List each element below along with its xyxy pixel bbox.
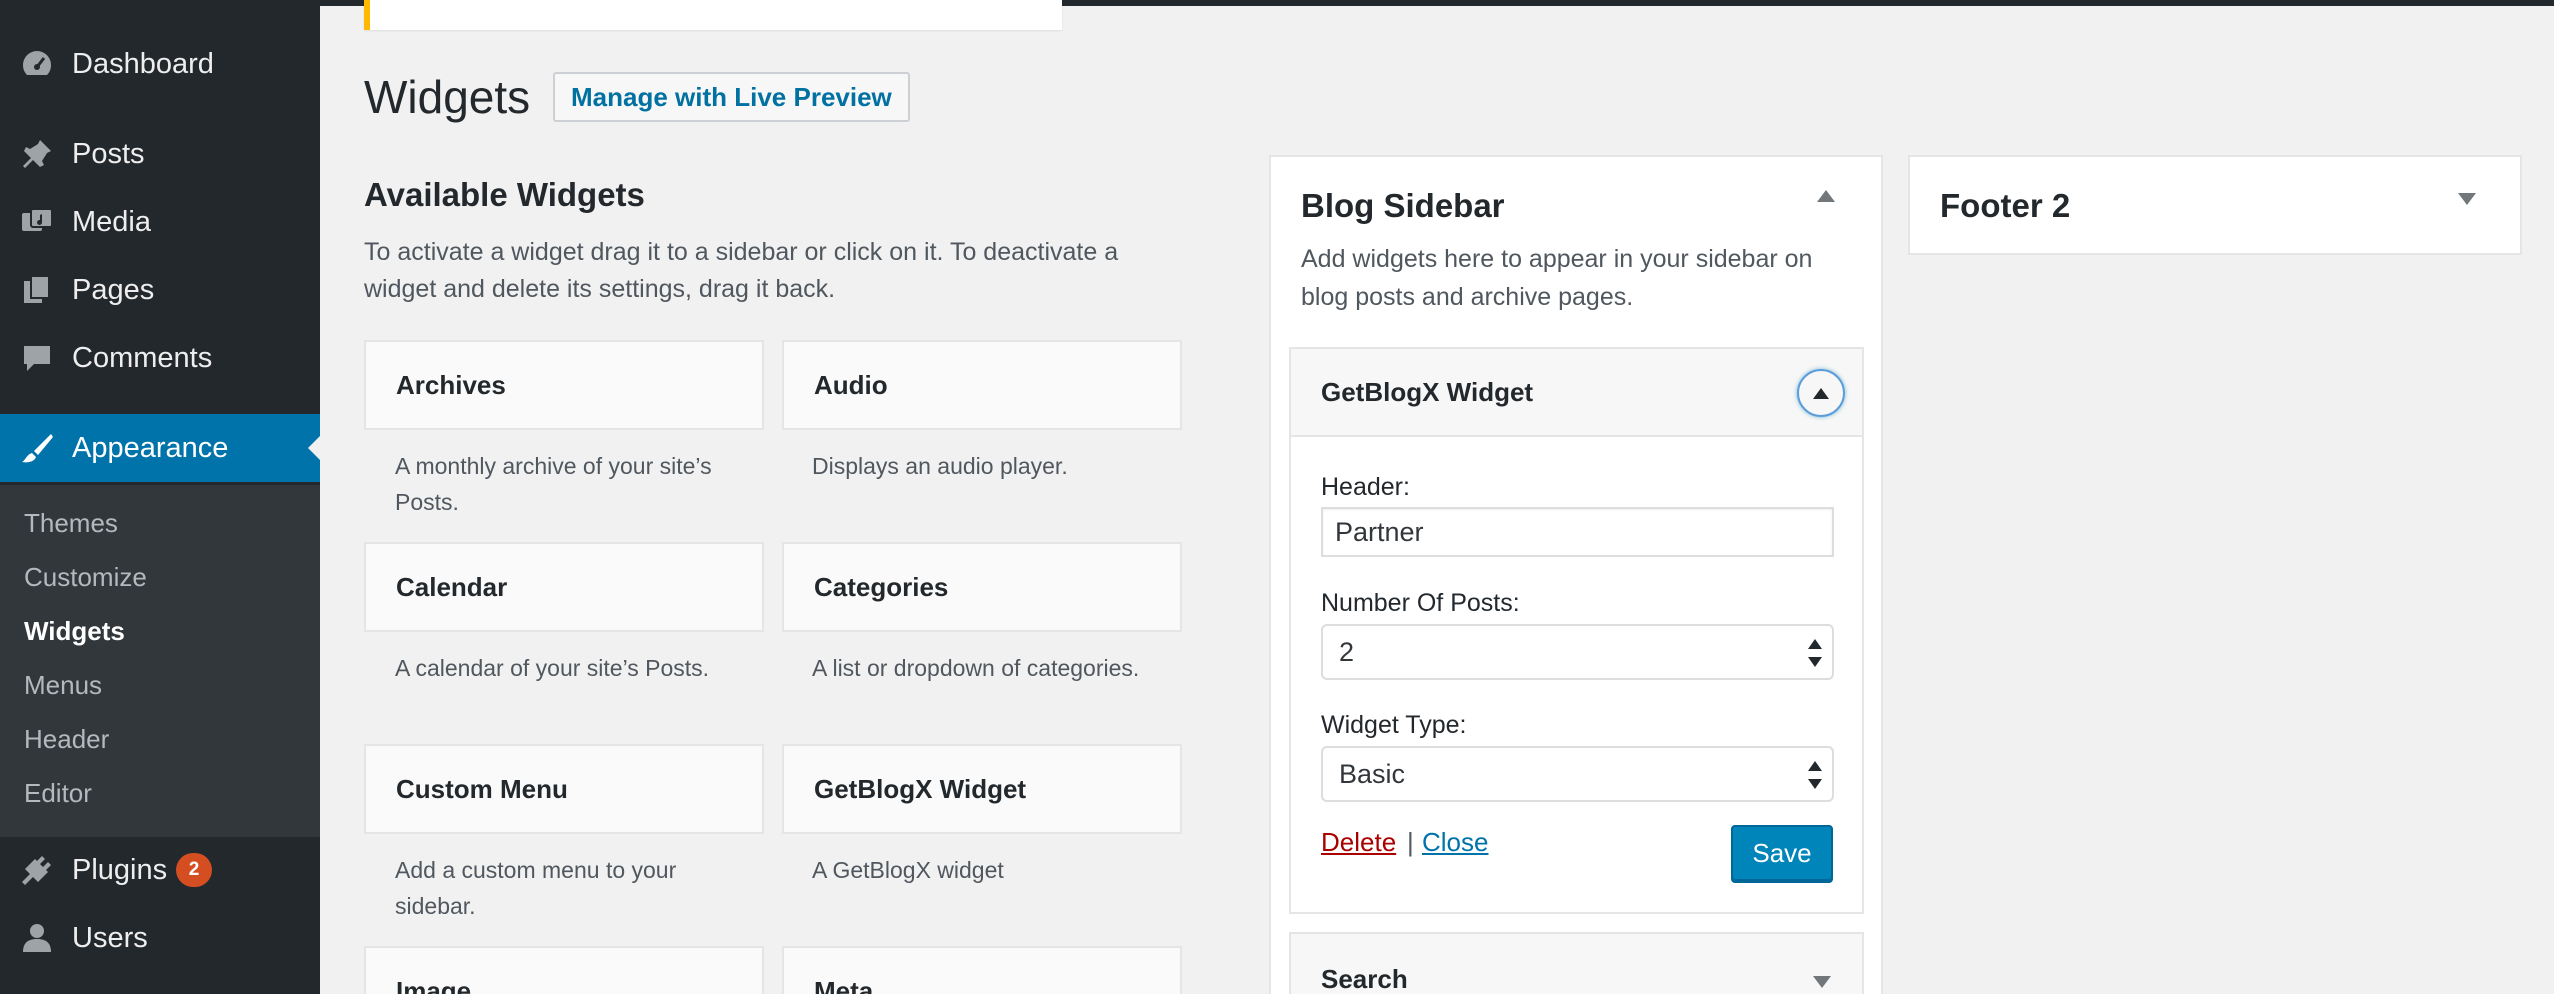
submenu-menus[interactable]: Menus	[24, 670, 102, 701]
header-field-label: Header:	[1321, 473, 1410, 501]
header-input[interactable]	[1321, 507, 1834, 557]
save-button[interactable]: Save	[1731, 825, 1833, 881]
menu-item-pages[interactable]: Pages	[0, 259, 320, 321]
widget-archives-desc: A monthly archive of your site’s Posts.	[395, 453, 712, 515]
widget-custom-menu[interactable]: Custom Menu	[364, 744, 764, 834]
media-icon	[18, 203, 56, 241]
menu-label-comments: Comments	[72, 341, 213, 374]
widget-getblogx[interactable]: GetBlogX Widget	[782, 744, 1182, 834]
admin-sidebar: Dashboard Posts Media Pages Comments App…	[0, 0, 320, 994]
widget-audio[interactable]: Audio	[782, 340, 1182, 430]
menu-label-dashboard: Dashboard	[72, 47, 214, 80]
widget-calendar-desc: A calendar of your site’s Posts.	[395, 655, 710, 681]
menu-label-users: Users	[72, 921, 148, 954]
submenu-widgets[interactable]: Widgets	[24, 616, 125, 647]
menu-label-posts: Posts	[72, 137, 145, 170]
comment-bubble-icon	[18, 339, 56, 377]
widget-image[interactable]: Image	[364, 946, 764, 994]
widget-archives[interactable]: Archives	[364, 340, 764, 430]
blog-sidebar-title: Blog Sidebar	[1301, 187, 1505, 224]
widget-audio-desc: Displays an audio player.	[812, 453, 1068, 479]
menu-label-appearance: Appearance	[72, 431, 229, 464]
getblogx-widget-title: GetBlogX Widget	[1321, 377, 1534, 407]
caret-up-icon	[1813, 387, 1829, 399]
menu-label-media: Media	[72, 205, 151, 238]
footer-2-title: Footer 2	[1940, 187, 2071, 224]
expand-footer-icon[interactable]	[2458, 193, 2476, 205]
widget-toggle-button[interactable]	[1797, 369, 1845, 417]
number-of-posts-select[interactable]: 2	[1321, 624, 1834, 680]
admin-notice	[364, 0, 1062, 30]
submenu-header[interactable]: Header	[24, 724, 109, 755]
widget-meta[interactable]: Meta	[782, 946, 1182, 994]
submenu-customize[interactable]: Customize	[24, 562, 147, 593]
widget-custom-menu-desc: Add a custom menu to your sidebar.	[395, 857, 677, 919]
search-widget[interactable]: Search	[1289, 932, 1864, 994]
search-widget-title: Search	[1321, 964, 1408, 994]
menu-item-media[interactable]: Media	[0, 191, 320, 253]
widget-categories[interactable]: Categories	[782, 542, 1182, 632]
number-of-posts-value: 2	[1339, 636, 1355, 667]
menu-item-appearance[interactable]: Appearance	[0, 414, 320, 482]
user-icon	[18, 919, 56, 957]
posts-field-label: Number Of Posts:	[1321, 589, 1520, 617]
menu-item-users[interactable]: Users	[0, 907, 320, 969]
menu-item-plugins[interactable]: Plugins 2	[0, 839, 320, 901]
select-arrows-icon	[1808, 761, 1822, 789]
select-arrows-icon	[1808, 639, 1822, 667]
dashboard-icon	[18, 45, 56, 83]
page-title: Widgets	[364, 71, 531, 123]
widget-type-label: Widget Type:	[1321, 711, 1467, 739]
submenu-editor[interactable]: Editor	[24, 778, 92, 809]
menu-label-plugins: Plugins	[72, 853, 168, 886]
widget-categories-desc: A list or dropdown of categories.	[812, 655, 1140, 681]
widget-calendar[interactable]: Calendar	[364, 542, 764, 632]
collapse-sidebar-icon[interactable]	[1817, 190, 1835, 202]
expand-widget-icon[interactable]	[1813, 976, 1831, 988]
delete-link[interactable]: Delete	[1321, 827, 1396, 858]
pushpin-icon	[18, 135, 56, 173]
blog-sidebar-description: Add widgets here to appear in your sideb…	[1301, 245, 1813, 311]
widget-type-select[interactable]: Basic	[1321, 746, 1834, 802]
pages-icon	[18, 271, 56, 309]
plug-icon	[18, 851, 56, 889]
getblogx-widget-header[interactable]: GetBlogX Widget	[1291, 349, 1862, 437]
menu-label-pages: Pages	[72, 273, 155, 306]
manage-live-preview-button[interactable]: Manage with Live Preview	[553, 72, 910, 122]
available-widgets-description: To activate a widget drag it to a sideba…	[364, 238, 1119, 303]
close-link[interactable]: Close	[1422, 827, 1488, 858]
available-widgets-title: Available Widgets	[364, 176, 645, 213]
menu-item-posts[interactable]: Posts	[0, 123, 320, 185]
link-separator: |	[1407, 827, 1414, 857]
paintbrush-icon	[18, 429, 56, 467]
plugins-update-badge: 2	[176, 853, 212, 887]
menu-item-dashboard[interactable]: Dashboard	[0, 33, 320, 95]
getblogx-widget-form: GetBlogX Widget Header: Number Of Posts:…	[1289, 347, 1864, 914]
widget-type-value: Basic	[1339, 758, 1406, 789]
footer-2-panel[interactable]: Footer 2	[1908, 155, 2522, 255]
widget-getblogx-desc: A GetBlogX widget	[812, 857, 1004, 883]
appearance-submenu: Themes Customize Widgets Menus Header Ed…	[0, 485, 320, 837]
menu-item-comments[interactable]: Comments	[0, 327, 320, 389]
submenu-themes[interactable]: Themes	[24, 508, 118, 539]
